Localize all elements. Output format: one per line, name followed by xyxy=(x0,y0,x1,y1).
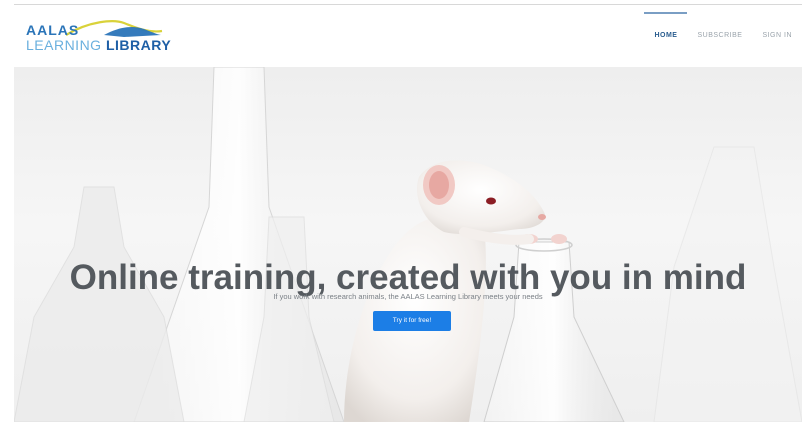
logo-wordmark-bottom: LEARNING LIBRARY xyxy=(26,38,171,52)
try-for-free-button[interactable]: Try it for free! xyxy=(373,311,451,331)
logo-library-text: LIBRARY xyxy=(105,37,172,53)
nav-home-link[interactable]: HOME xyxy=(644,5,688,67)
site-logo[interactable]: AALAS LEARNING LIBRARY xyxy=(26,20,171,63)
logo-learning-text: LEARNING xyxy=(26,37,102,53)
nav-sign-in-link[interactable]: SIGN IN xyxy=(752,5,802,67)
hero-background-image xyxy=(14,67,802,422)
hero-subheadline: If you work with research animals, the A… xyxy=(273,291,543,301)
browser-viewport: AALAS LEARNING LIBRARY HOME SUBSCRIBE SI… xyxy=(14,4,802,422)
site-header: AALAS LEARNING LIBRARY HOME SUBSCRIBE SI… xyxy=(14,5,802,67)
main-nav: HOME SUBSCRIBE SIGN IN xyxy=(644,5,802,67)
hero-banner: Online training, created with you in min… xyxy=(14,67,802,422)
nav-subscribe-link[interactable]: SUBSCRIBE xyxy=(687,5,752,67)
logo-wordmark-top: AALAS xyxy=(26,22,80,38)
